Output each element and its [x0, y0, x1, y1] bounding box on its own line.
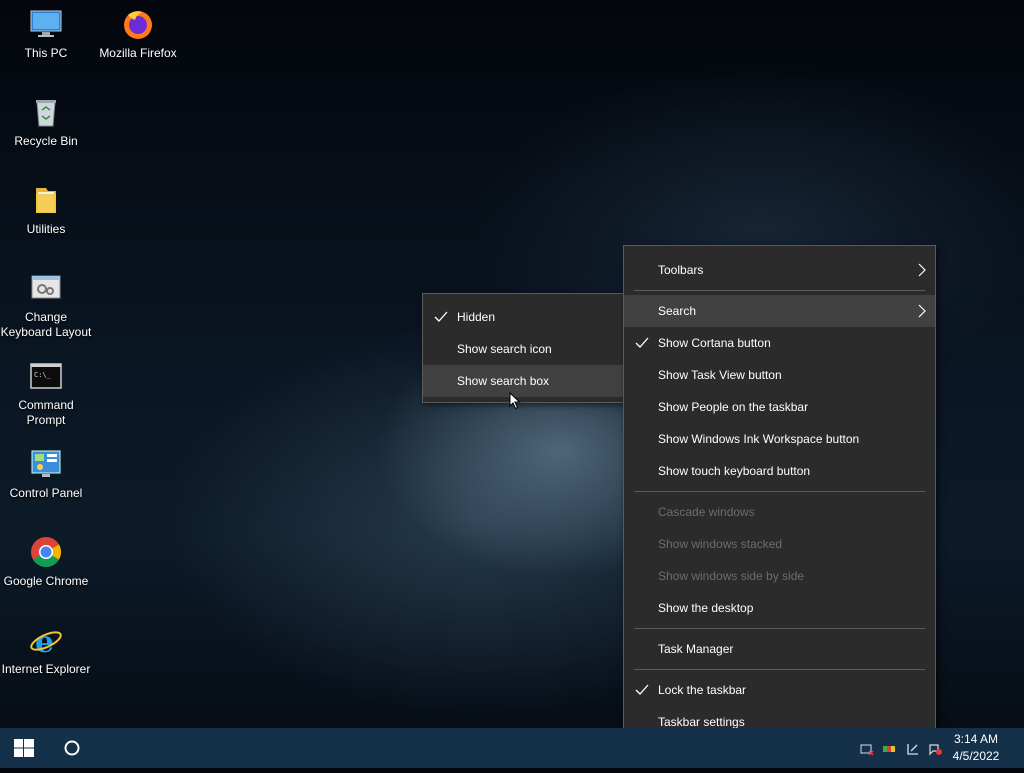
- menu-item-label: Task Manager: [658, 642, 734, 656]
- mouse-cursor-icon: [509, 392, 521, 410]
- desktop-icon-label: This PC: [24, 46, 68, 60]
- desktop-icon-recycle-bin[interactable]: Recycle Bin: [0, 94, 92, 149]
- menu-item-task-manager[interactable]: Task Manager: [624, 633, 935, 665]
- menu-item-label: Search: [658, 304, 697, 318]
- cortana-button[interactable]: [48, 728, 96, 768]
- this-pc-icon: [30, 10, 62, 37]
- menu-item-label: Cascade windows: [658, 505, 755, 519]
- menu-item-show-the-desktop[interactable]: Show the desktop: [624, 592, 935, 624]
- start-button[interactable]: [0, 728, 48, 768]
- desktop-icon-label: Control Panel: [9, 486, 83, 500]
- chevron-right-icon: [918, 304, 926, 318]
- folder-icon: [36, 188, 56, 213]
- menu-item-show-cortana-button[interactable]: Show Cortana button: [624, 327, 935, 359]
- menu-item-label: Show People on the taskbar: [658, 400, 809, 414]
- search-option-show-search-box[interactable]: Show search box: [423, 365, 625, 397]
- menu-separator: [634, 290, 925, 291]
- taskbar-context-menu: Toolbars Search Show Cortana button Show…: [623, 245, 936, 743]
- menu-item-search[interactable]: Search: [624, 295, 935, 327]
- menu-item-label: Show Windows Ink Workspace button: [658, 432, 860, 446]
- menu-item-show-windows-stacked: Show windows stacked: [624, 528, 935, 560]
- keyboard-layout-icon: [31, 275, 61, 299]
- notification-icon[interactable]: [928, 742, 942, 756]
- svg-text:C:\_: C:\_: [34, 371, 52, 379]
- menu-item-show-people[interactable]: Show People on the taskbar: [624, 391, 935, 423]
- desktop-icon-utilities[interactable]: Utilities: [0, 182, 92, 237]
- menu-item-show-touch-keyboard[interactable]: Show touch keyboard button: [624, 455, 935, 487]
- desktop-icon-label: Mozilla Firefox: [99, 46, 177, 60]
- menu-item-label: Show touch keyboard button: [658, 464, 811, 478]
- control-panel-icon: [31, 450, 61, 477]
- menu-item-show-task-view-button[interactable]: Show Task View button: [624, 359, 935, 391]
- desktop-icon-change-keyboard-layout[interactable]: Change Keyboard Layout: [0, 270, 92, 340]
- menu-item-show-windows-side-by-side: Show windows side by side: [624, 560, 935, 592]
- recycle-bin-icon: [36, 100, 56, 127]
- checkmark-icon: [434, 311, 448, 322]
- menu-item-label: Show windows side by side: [658, 569, 805, 583]
- menu-item-show-windows-ink[interactable]: Show Windows Ink Workspace button: [624, 423, 935, 455]
- menu-item-label: Show Task View button: [658, 368, 782, 382]
- network-icon[interactable]: [860, 742, 874, 756]
- action-center-icon[interactable]: [906, 742, 920, 756]
- menu-separator: [634, 669, 925, 670]
- desktop-icon-label-line2: Keyboard Layout: [0, 325, 92, 339]
- desktop-icon-label: Internet Explorer: [1, 662, 91, 676]
- taskbar[interactable]: 3:14 AM 4/5/2022: [0, 728, 1024, 768]
- command-prompt-icon: C:\_: [30, 363, 62, 389]
- internet-explorer-icon: e: [30, 625, 62, 658]
- menu-item-lock-the-taskbar[interactable]: Lock the taskbar: [624, 674, 935, 706]
- desktop-icon-command-prompt[interactable]: C:\_ Command Prompt: [0, 358, 92, 428]
- menu-item-label: Hidden: [457, 310, 496, 324]
- desktop-icon-label: Utilities: [26, 222, 66, 236]
- search-option-hidden[interactable]: Hidden: [423, 301, 625, 333]
- cortana-circle-icon: [64, 740, 80, 756]
- menu-item-label: Toolbars: [658, 263, 704, 277]
- menu-separator: [634, 628, 925, 629]
- desktop-icon-firefox[interactable]: Mozilla Firefox: [92, 6, 184, 61]
- clock-date: 4/5/2022: [952, 749, 1000, 763]
- menu-item-label: Taskbar settings: [658, 715, 745, 729]
- search-option-show-search-icon[interactable]: Show search icon: [423, 333, 625, 365]
- menu-separator: [634, 491, 925, 492]
- checkmark-icon: [635, 337, 649, 348]
- desktop-icon-control-panel[interactable]: Control Panel: [0, 446, 92, 501]
- firefox-icon: [124, 11, 152, 39]
- desktop-icon-label: Recycle Bin: [14, 134, 78, 148]
- menu-item-label: Show Cortana button: [658, 336, 771, 350]
- desktop-icon-internet-explorer[interactable]: e Internet Explorer: [0, 622, 92, 677]
- clock-time: 3:14 AM: [953, 732, 999, 746]
- menu-item-label: Lock the taskbar: [658, 683, 747, 697]
- search-submenu: Hidden Show search icon Show search box: [422, 293, 626, 403]
- taskbar-clock[interactable]: 3:14 AM 4/5/2022: [946, 731, 1006, 765]
- desktop-icon-label: Change: [24, 310, 68, 324]
- volume-icon[interactable]: [882, 742, 896, 756]
- menu-item-cascade-windows: Cascade windows: [624, 496, 935, 528]
- svg-text:e: e: [35, 625, 54, 658]
- desktop-icon-google-chrome[interactable]: Google Chrome: [0, 534, 92, 589]
- desktop-icon-label-line2: Prompt: [26, 413, 66, 427]
- desktop-icon-label: Command: [18, 398, 74, 412]
- menu-item-label: Show the desktop: [658, 601, 754, 615]
- desktop-icon-label: Google Chrome: [3, 574, 89, 588]
- windows-start-icon: [14, 739, 34, 757]
- checkmark-icon: [635, 684, 649, 695]
- desktop-icon-this-pc[interactable]: This PC: [0, 6, 92, 61]
- menu-item-label: Show windows stacked: [658, 537, 783, 551]
- chevron-right-icon: [918, 263, 926, 277]
- menu-item-toolbars[interactable]: Toolbars: [624, 254, 935, 286]
- menu-item-label: Show search icon: [457, 342, 552, 356]
- menu-item-label: Show search box: [457, 374, 550, 388]
- chrome-icon: [31, 537, 62, 567]
